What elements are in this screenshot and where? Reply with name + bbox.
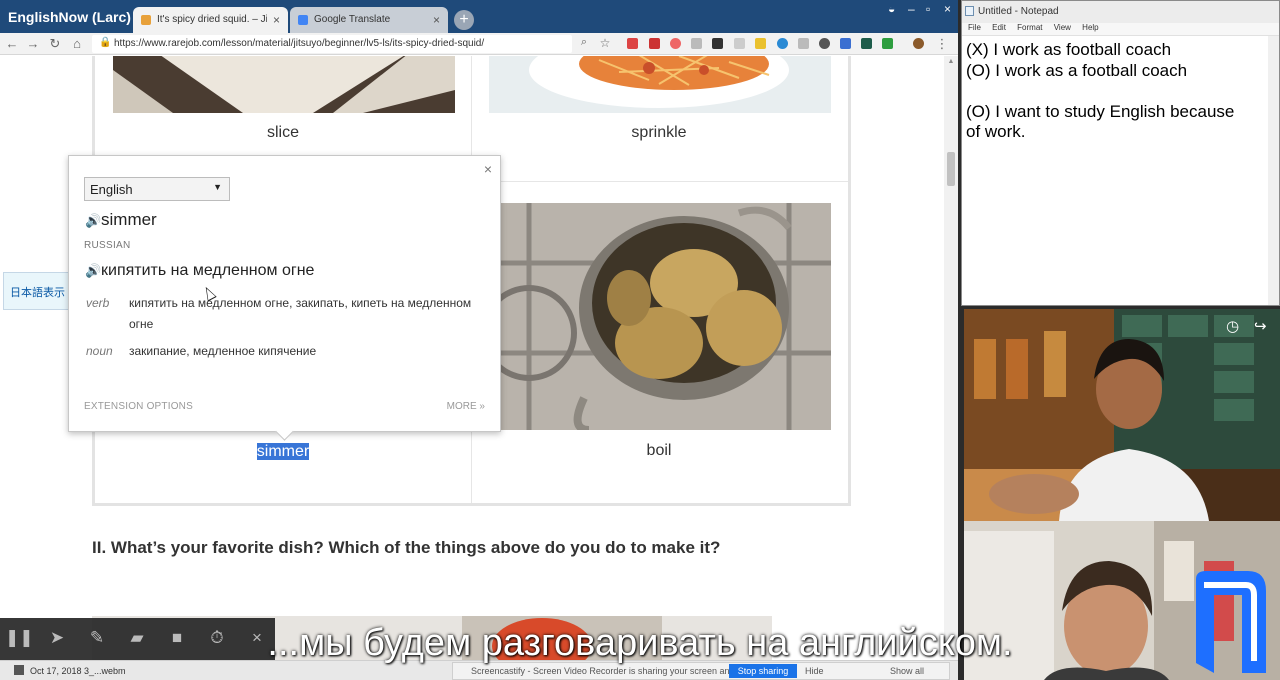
dropdown-caret-icon: ▼ <box>213 182 222 192</box>
close-tab-icon[interactable]: × <box>273 13 280 27</box>
maximize-icon[interactable]: ▫ <box>926 2 930 16</box>
back-icon[interactable]: ← <box>4 36 20 51</box>
translate-popup: × English ▼ 🔊simmer RUSSIAN 🔊кипятить на… <box>68 155 501 432</box>
lightning-extension-icon[interactable] <box>755 38 766 49</box>
window-title: EnglishNow (Larc) <box>8 9 131 25</box>
chart-extension-icon[interactable] <box>861 38 872 49</box>
menu-edit[interactable]: Edit <box>992 23 1006 32</box>
reload-icon[interactable]: ↻ <box>47 36 63 52</box>
close-window-icon[interactable]: × <box>944 2 951 16</box>
tab-google-translate[interactable]: Google Translate × <box>290 7 448 33</box>
channel-logo-icon <box>1196 571 1266 673</box>
menu-dots-icon[interactable]: ⋮ <box>934 36 950 52</box>
forward-icon[interactable]: → <box>25 36 41 51</box>
word-slice: slice <box>266 124 299 141</box>
page-scrollbar[interactable]: ▲ <box>944 56 958 680</box>
close-icon[interactable]: × <box>484 161 492 177</box>
notepad-icon <box>965 6 974 16</box>
translate-favicon-icon <box>298 15 308 25</box>
download-item[interactable]: Oct 17, 2018 3_...webm <box>30 666 126 676</box>
circle-extension-icon[interactable] <box>777 38 788 49</box>
translate-extension-icon[interactable] <box>840 38 851 49</box>
share-icon[interactable]: ↪ <box>1254 317 1267 335</box>
video-subtitle: ...мы будем разговаривать на английском. <box>267 622 1013 664</box>
address-bar[interactable]: 🔒 https://www.rarejob.com/lesson/materia… <box>92 35 572 53</box>
target-language-label: RUSSIAN <box>84 240 131 251</box>
clock-icon[interactable]: ◷ <box>1226 317 1239 335</box>
lock-icon: 🔒 <box>99 37 112 48</box>
part-of-speech: verb <box>86 296 110 310</box>
user-icon[interactable]: ◒ <box>888 2 895 16</box>
menu-view[interactable]: View <box>1054 23 1071 32</box>
tab-strip: EnglishNow (Larc) It's spicy dried squid… <box>0 0 958 33</box>
word-sprinkle: sprinkle <box>631 124 687 141</box>
extension-options-link[interactable]: EXTENSION OPTIONS <box>84 401 193 412</box>
more-link[interactable]: MORE » <box>447 401 485 412</box>
profile-avatar[interactable] <box>913 38 924 49</box>
web-extension-icon[interactable] <box>819 38 830 49</box>
file-icon <box>14 665 24 675</box>
word-boil: boil <box>646 442 672 459</box>
notepad-text[interactable]: (X) I work as football coach (O) I work … <box>962 36 1279 143</box>
scrollbar-thumb[interactable] <box>947 152 955 186</box>
boil-image <box>489 203 831 430</box>
source-language-select[interactable]: English ▼ <box>84 177 230 201</box>
evernote-extension-icon[interactable] <box>882 38 893 49</box>
lifebuoy-extension-icon[interactable] <box>670 38 681 49</box>
slice-image <box>113 56 455 113</box>
zoom-icon[interactable]: ⌕ <box>576 36 592 49</box>
menu-format[interactable]: Format <box>1017 23 1042 32</box>
stop-sharing-button[interactable]: Stop sharing <box>729 664 797 678</box>
home-icon[interactable]: ⌂ <box>69 36 85 51</box>
share-notice: Screencastify - Screen Video Recorder is… <box>471 666 762 676</box>
notepad-scrollbar[interactable] <box>1268 36 1279 305</box>
definition-text: кипятить на медленном огне, закипать, ки… <box>129 296 472 331</box>
grid-extension-icon[interactable] <box>712 38 723 49</box>
notepad-window: Untitled - Notepad File Edit Format View… <box>961 0 1280 306</box>
word-simmer[interactable]: simmer <box>113 443 453 461</box>
scroll-up-icon[interactable]: ▲ <box>944 58 958 65</box>
tab-rarejob[interactable]: It's spicy dried squid. – Jitsuyo E × <box>133 7 288 33</box>
bookmark-star-icon[interactable]: ☆ <box>597 36 613 50</box>
close-tab-icon[interactable]: × <box>433 13 440 27</box>
menu-help[interactable]: Help <box>1082 23 1098 32</box>
translation: 🔊кипятить на медленном огне <box>85 262 315 279</box>
code-extension-icon[interactable] <box>798 38 809 49</box>
part-of-speech: noun <box>86 344 113 358</box>
source-word: 🔊simmer <box>85 210 157 229</box>
browser-toolbar: ← → ↻ ⌂ 🔒 https://www.rarejob.com/lesson… <box>0 33 958 55</box>
gmail-extension-icon[interactable] <box>627 38 638 49</box>
speaker-icon[interactable]: 🔊 <box>85 213 101 229</box>
webcam-teacher: ◷ ↪ <box>964 309 1280 521</box>
definition-text: закипание, медленное кипячение <box>129 344 317 358</box>
minimize-icon[interactable]: – <box>908 2 915 16</box>
show-all-button[interactable]: Show all <box>890 666 924 676</box>
speaker-icon[interactable]: 🔊 <box>85 263 101 279</box>
new-tab-button[interactable]: + <box>454 10 474 30</box>
menu-file[interactable]: File <box>968 23 981 32</box>
notepad-titlebar: Untitled - Notepad <box>962 1 1279 23</box>
japanese-display-button[interactable]: 日本語表示 <box>3 272 73 310</box>
sheet-extension-icon[interactable] <box>691 38 702 49</box>
rarejob-favicon-icon <box>141 15 151 25</box>
pen-extension-icon[interactable] <box>649 38 660 49</box>
discussion-question: II. What’s your favorite dish? Which of … <box>92 538 721 557</box>
lock-extension-icon[interactable] <box>734 38 745 49</box>
sprinkle-image <box>489 56 831 113</box>
hide-button[interactable]: Hide <box>805 666 824 676</box>
notepad-menu: File Edit Format View Help <box>962 23 1279 36</box>
browser-window: EnglishNow (Larc) It's spicy dried squid… <box>0 0 958 680</box>
